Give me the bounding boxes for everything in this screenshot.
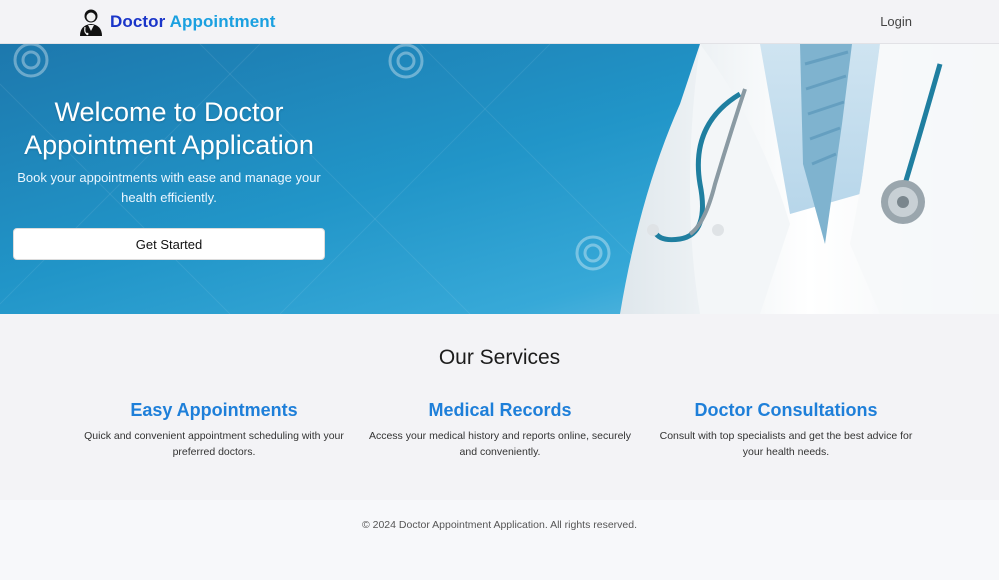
service-card-medical-records: Medical Records Access your medical hist… — [365, 398, 635, 460]
hero-subtitle: Book your appointments with ease and man… — [17, 170, 321, 205]
service-description: Consult with top specialists and get the… — [659, 430, 913, 458]
brand-logo-link[interactable]: Doctor Appointment — [78, 8, 276, 36]
navbar: Doctor Appointment Login — [0, 0, 999, 44]
brand-name-part1: Doctor — [110, 12, 166, 31]
brand-name-part2: Appointment — [169, 12, 276, 31]
service-title: Easy Appointments — [130, 400, 298, 420]
footer-copyright: © 2024 Doctor Appointment Application. A… — [361, 519, 638, 531]
services-heading: Our Services — [438, 346, 561, 369]
service-description: Access your medical history and reports … — [368, 430, 632, 458]
service-card-doctor-consultations: Doctor Consultations Consult with top sp… — [651, 398, 921, 460]
footer: © 2024 Doctor Appointment Application. A… — [0, 500, 999, 580]
doctor-avatar-icon — [80, 9, 102, 36]
get-started-button[interactable]: Get Started — [13, 228, 325, 260]
services-section: Our Services Easy Appointments Quick and… — [0, 314, 999, 500]
hero-content: Welcome to Doctor Appointment Applicatio… — [0, 44, 338, 314]
hero-banner: Welcome to Doctor Appointment Applicatio… — [0, 44, 999, 314]
service-title: Doctor Consultations — [694, 400, 878, 420]
brand-name: Doctor Appointment — [110, 12, 276, 32]
service-card-easy-appointments: Easy Appointments Quick and convenient a… — [79, 398, 349, 460]
login-link[interactable]: Login — [880, 14, 912, 29]
service-description: Quick and convenient appointment schedul… — [84, 430, 344, 458]
hero-title: Welcome to Doctor Appointment Applicatio… — [24, 97, 314, 160]
service-title: Medical Records — [428, 400, 572, 420]
